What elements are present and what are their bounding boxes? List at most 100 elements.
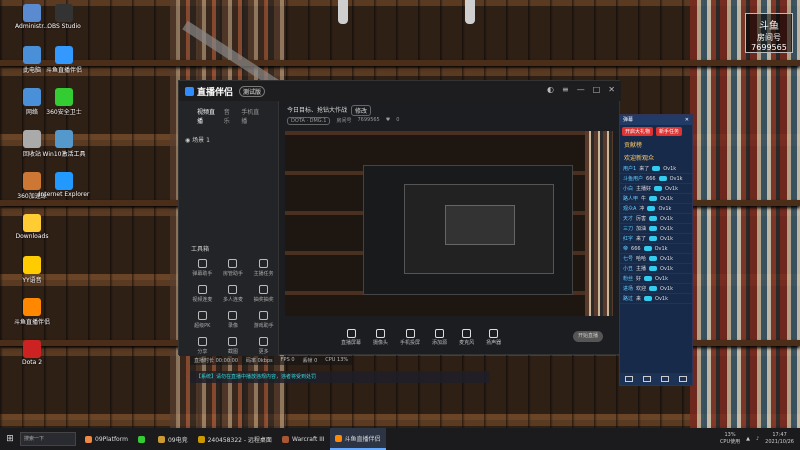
taskbar-app-icon	[197, 435, 205, 443]
network-icon[interactable]: ▲	[746, 436, 750, 442]
taskbar-app[interactable]: 240458322 - 远程桌面	[193, 428, 277, 450]
window-titlebar[interactable]: 直播伴侣 测试版 ◐ ≡ — □ ✕	[179, 81, 621, 101]
tool-item[interactable]: 录像	[218, 311, 249, 329]
chat-user[interactable]: 三刀	[623, 225, 633, 232]
desktop-icon[interactable]: Dota 2	[2, 340, 62, 366]
tool-item[interactable]: 弹幕助手	[187, 259, 218, 277]
menu-icon[interactable]: ≡	[562, 85, 569, 94]
gift-icon	[649, 236, 658, 241]
windows-start-icon[interactable]: ⊞	[0, 434, 20, 444]
gift-icon	[647, 206, 656, 211]
chat-message: 厉害	[636, 216, 647, 222]
tool-item[interactable]: 截图	[218, 337, 249, 355]
source-button[interactable]: 直播屏幕	[341, 328, 361, 346]
chat-user[interactable]: 七号	[623, 255, 633, 262]
chat-user[interactable]: 斗鱼用户	[623, 175, 643, 182]
newbie-task-button[interactable]: 新手任务	[656, 127, 683, 136]
taskbar-app-icon	[157, 435, 165, 443]
tool-item[interactable]: 分享	[187, 337, 218, 355]
chat-user[interactable]: 红字	[623, 235, 633, 242]
chat-tool-icon[interactable]	[661, 376, 669, 382]
tab-music[interactable]: 音乐	[224, 107, 233, 125]
desktop-icon[interactable]: 斗鱼直播伴侣	[34, 46, 94, 74]
desktop-icon[interactable]: YY语音	[2, 256, 62, 284]
tool-item[interactable]: 超级PK	[187, 311, 218, 329]
tool-icon	[259, 285, 269, 294]
close-icon[interactable]: ✕	[685, 115, 689, 125]
chat-message: 主播	[636, 266, 647, 272]
room-label: 房间号	[336, 118, 352, 124]
tab-video-live[interactable]: 视频直播	[197, 107, 216, 125]
tool-item[interactable]: 抽奖抽奖	[248, 285, 279, 303]
source-button[interactable]: 扬声器	[486, 328, 502, 346]
tool-item[interactable]: 主播任务	[248, 259, 279, 277]
source-button[interactable]: 麦克风	[459, 328, 474, 346]
chat-row: 用户1 来了 Ov1k	[620, 164, 692, 174]
chat-tool-icon[interactable]	[679, 376, 687, 382]
chat-user[interactable]: 小丑	[623, 265, 633, 272]
chat-user[interactable]: 帝	[623, 245, 628, 252]
tab-mobile-live[interactable]: 手机直播	[241, 107, 260, 125]
chat-user[interactable]: 用户1	[623, 165, 636, 172]
big-gift-button[interactable]: 开启大礼物	[622, 127, 654, 136]
source-label: 扬声器	[486, 339, 502, 346]
chat-message: 主播好	[636, 186, 652, 192]
tool-label: 分享	[197, 349, 208, 355]
taskbar-app[interactable]: 09电竞	[153, 428, 193, 450]
eye-icon[interactable]: ◉	[185, 137, 190, 144]
background-lamp	[465, 0, 475, 24]
taskbar-app[interactable]: Warcraft III	[277, 428, 330, 450]
scene-item[interactable]: ◉ 场景 1	[179, 131, 278, 148]
taskbar-app[interactable]: 斗鱼直播伴侣	[329, 428, 386, 450]
desktop-icon[interactable]: OBS Studio	[34, 4, 94, 30]
chat-user[interactable]: 小白	[623, 185, 633, 192]
desktop-icon[interactable]: 斗鱼直播伴侣	[2, 298, 62, 326]
desktop-icon[interactable]: 360安全卫士	[34, 88, 94, 116]
chat-user[interactable]: 进场	[623, 285, 633, 292]
clock[interactable]: 17:47 2021/10/26	[765, 432, 794, 446]
source-button[interactable]: 添加源	[432, 328, 447, 346]
source-button[interactable]: 摄像头	[373, 328, 388, 346]
desktop-icon[interactable]: Downloads	[2, 214, 62, 240]
chat-message: 来了	[639, 166, 650, 172]
game-category[interactable]: DOTA · DMG.1	[287, 117, 331, 125]
desktop-icon[interactable]: Win10激活工具	[34, 130, 94, 158]
desktop-icon[interactable]: Internet Explorer	[34, 172, 94, 198]
edit-title-button[interactable]: 修改	[351, 105, 372, 116]
badge-brand: 斗鱼	[759, 21, 779, 32]
taskbar-app-icon	[85, 435, 92, 443]
chat-header: 弹幕 ✕	[620, 115, 692, 125]
cpu-meter[interactable]: 13% CPU使用	[720, 432, 740, 446]
desktop-icon-label: Downloads	[15, 233, 49, 240]
tool-item[interactable]: 多人连麦	[218, 285, 249, 303]
chat-user[interactable]: 粉丝	[623, 275, 633, 282]
tool-item[interactable]: 房管助手	[218, 259, 249, 277]
source-icon	[405, 328, 415, 338]
taskbar-app[interactable]	[133, 428, 153, 450]
chat-row: 天才 厉害 Ov1k	[620, 214, 692, 224]
badge-room-label: 房间号	[757, 33, 781, 42]
fans-count: 0	[396, 117, 400, 123]
close-icon[interactable]: ✕	[608, 85, 615, 94]
chat-tool-icon[interactable]	[625, 376, 633, 382]
chat-row: 小丑 主播 Ov1k	[620, 264, 692, 274]
taskbar-app[interactable]: 09Platform	[80, 428, 133, 450]
taskbar-search-input[interactable]: 搜索一下	[20, 432, 76, 446]
tool-item[interactable]: 视频连麦	[187, 285, 218, 303]
chat-tool-icon[interactable]	[643, 376, 651, 382]
skin-icon[interactable]: ◐	[547, 85, 554, 94]
tool-icon	[197, 285, 207, 294]
maximize-icon[interactable]: □	[593, 85, 601, 94]
start-live-button[interactable]: 开始直播	[573, 331, 603, 342]
stream-preview[interactable]	[285, 131, 613, 316]
chat-user[interactable]: 天才	[623, 215, 633, 222]
source-button[interactable]: 手机投屏	[400, 328, 420, 346]
chat-user[interactable]: 观众A	[623, 205, 636, 212]
volume-icon[interactable]: ♪	[756, 436, 759, 442]
minimize-icon[interactable]: —	[577, 85, 585, 94]
chat-user[interactable]: 路过	[623, 295, 633, 302]
tool-item[interactable]: 游戏助手	[248, 311, 279, 329]
chat-user[interactable]: 路人甲	[623, 195, 638, 202]
tool-item[interactable]: 更多	[248, 337, 279, 355]
nested-preview-window	[445, 205, 515, 245]
